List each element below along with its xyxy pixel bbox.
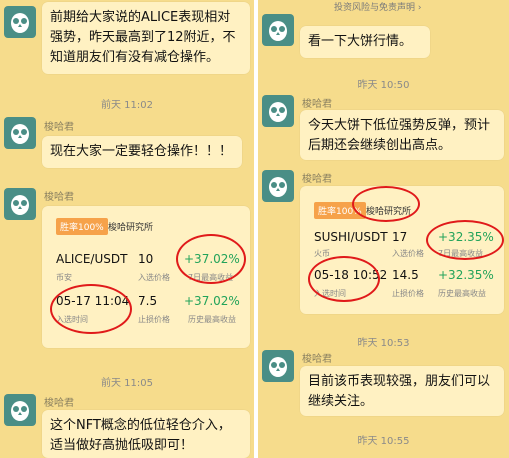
annotation-circle <box>308 256 380 302</box>
timestamp: 昨天 10:50 <box>357 80 410 91</box>
owl-icon <box>11 401 29 421</box>
sender-name: 梭哈君 <box>44 122 74 133</box>
sender-name: 梭哈君 <box>44 398 74 409</box>
owl-icon <box>269 21 287 41</box>
owl-avatar[interactable] <box>262 170 294 202</box>
entry-price-label: 入选价格 <box>138 273 170 282</box>
pair-name: SUSHI/USDT <box>314 230 388 244</box>
stop-price-label: 止损价格 <box>392 289 424 298</box>
timestamp: 昨天 10:55 <box>357 436 410 447</box>
owl-icon <box>269 102 287 122</box>
chat-column-left: 前期给大家说的ALICE表现相对强势，昨天最高到了12附近，不知道朋友们有没有减… <box>0 0 254 458</box>
stop-price: 7.5 <box>138 294 158 308</box>
gain-max-label: 历史最高收益 <box>188 315 236 324</box>
sender-name: 梭哈君 <box>44 192 74 203</box>
sender-name: 梭哈君 <box>302 354 332 365</box>
owl-icon <box>11 124 29 144</box>
timestamp: 前天 11:02 <box>101 100 153 111</box>
gain-max: +32.35% <box>438 268 494 282</box>
stop-price-label: 止损价格 <box>138 315 170 324</box>
sender-name: 梭哈君 <box>302 99 332 110</box>
owl-avatar[interactable] <box>4 188 36 220</box>
gain-max: +37.02% <box>184 294 240 308</box>
annotation-circle <box>176 234 246 284</box>
owl-avatar[interactable] <box>4 394 36 426</box>
message-bubble: 目前该币表现较强，朋友们可以继续关注。 <box>300 366 504 416</box>
owl-avatar[interactable] <box>4 117 36 149</box>
entry-price: 10 <box>138 252 154 266</box>
message-bubble: 现在大家一定要轻仓操作！！！ <box>42 136 242 168</box>
message-bubble: 这个NFT概念的低位轻仓介入，适当做好高抛低吸即可！ <box>42 410 250 458</box>
stop-price: 14.5 <box>392 268 419 282</box>
entry-price-label: 入选价格 <box>392 249 424 258</box>
exchange-name: 币安 <box>56 273 72 282</box>
message-bubble: 看一下大饼行情。 <box>300 26 430 58</box>
pair-name: ALICE/USDT <box>56 252 128 266</box>
timestamp: 昨天 10:53 <box>357 338 410 349</box>
owl-avatar[interactable] <box>262 350 294 382</box>
owl-icon <box>269 177 287 197</box>
chat-column-right: 投资风险与免责声明 › 看一下大饼行情。 昨天 10:50 梭哈君 今天大饼下低… <box>258 0 509 458</box>
entry-price: 17 <box>392 230 408 244</box>
message-bubble: 今天大饼下低位强势反弹，预计后期还会继续创出高点。 <box>300 110 504 160</box>
annotation-circle <box>50 284 132 334</box>
owl-icon <box>269 357 287 377</box>
message-bubble: 前期给大家说的ALICE表现相对强势，昨天最高到了12附近，不知道朋友们有没有减… <box>42 2 250 74</box>
timestamp: 前天 11:05 <box>101 378 153 389</box>
disclaimer-link[interactable]: 投资风险与免责声明 › <box>334 0 421 13</box>
owl-avatar[interactable] <box>262 14 294 46</box>
annotation-circle <box>426 220 504 260</box>
winrate-tag: 胜率100% <box>56 218 108 235</box>
sender-name: 梭哈君 <box>302 174 332 185</box>
owl-icon <box>11 195 29 215</box>
owl-avatar[interactable] <box>262 95 294 127</box>
owl-avatar[interactable] <box>4 6 36 38</box>
annotation-circle <box>352 186 420 222</box>
owl-icon <box>11 13 29 33</box>
org-tag: 梭哈研究所 <box>108 223 154 233</box>
gain-max-label: 历史最高收益 <box>438 289 486 298</box>
